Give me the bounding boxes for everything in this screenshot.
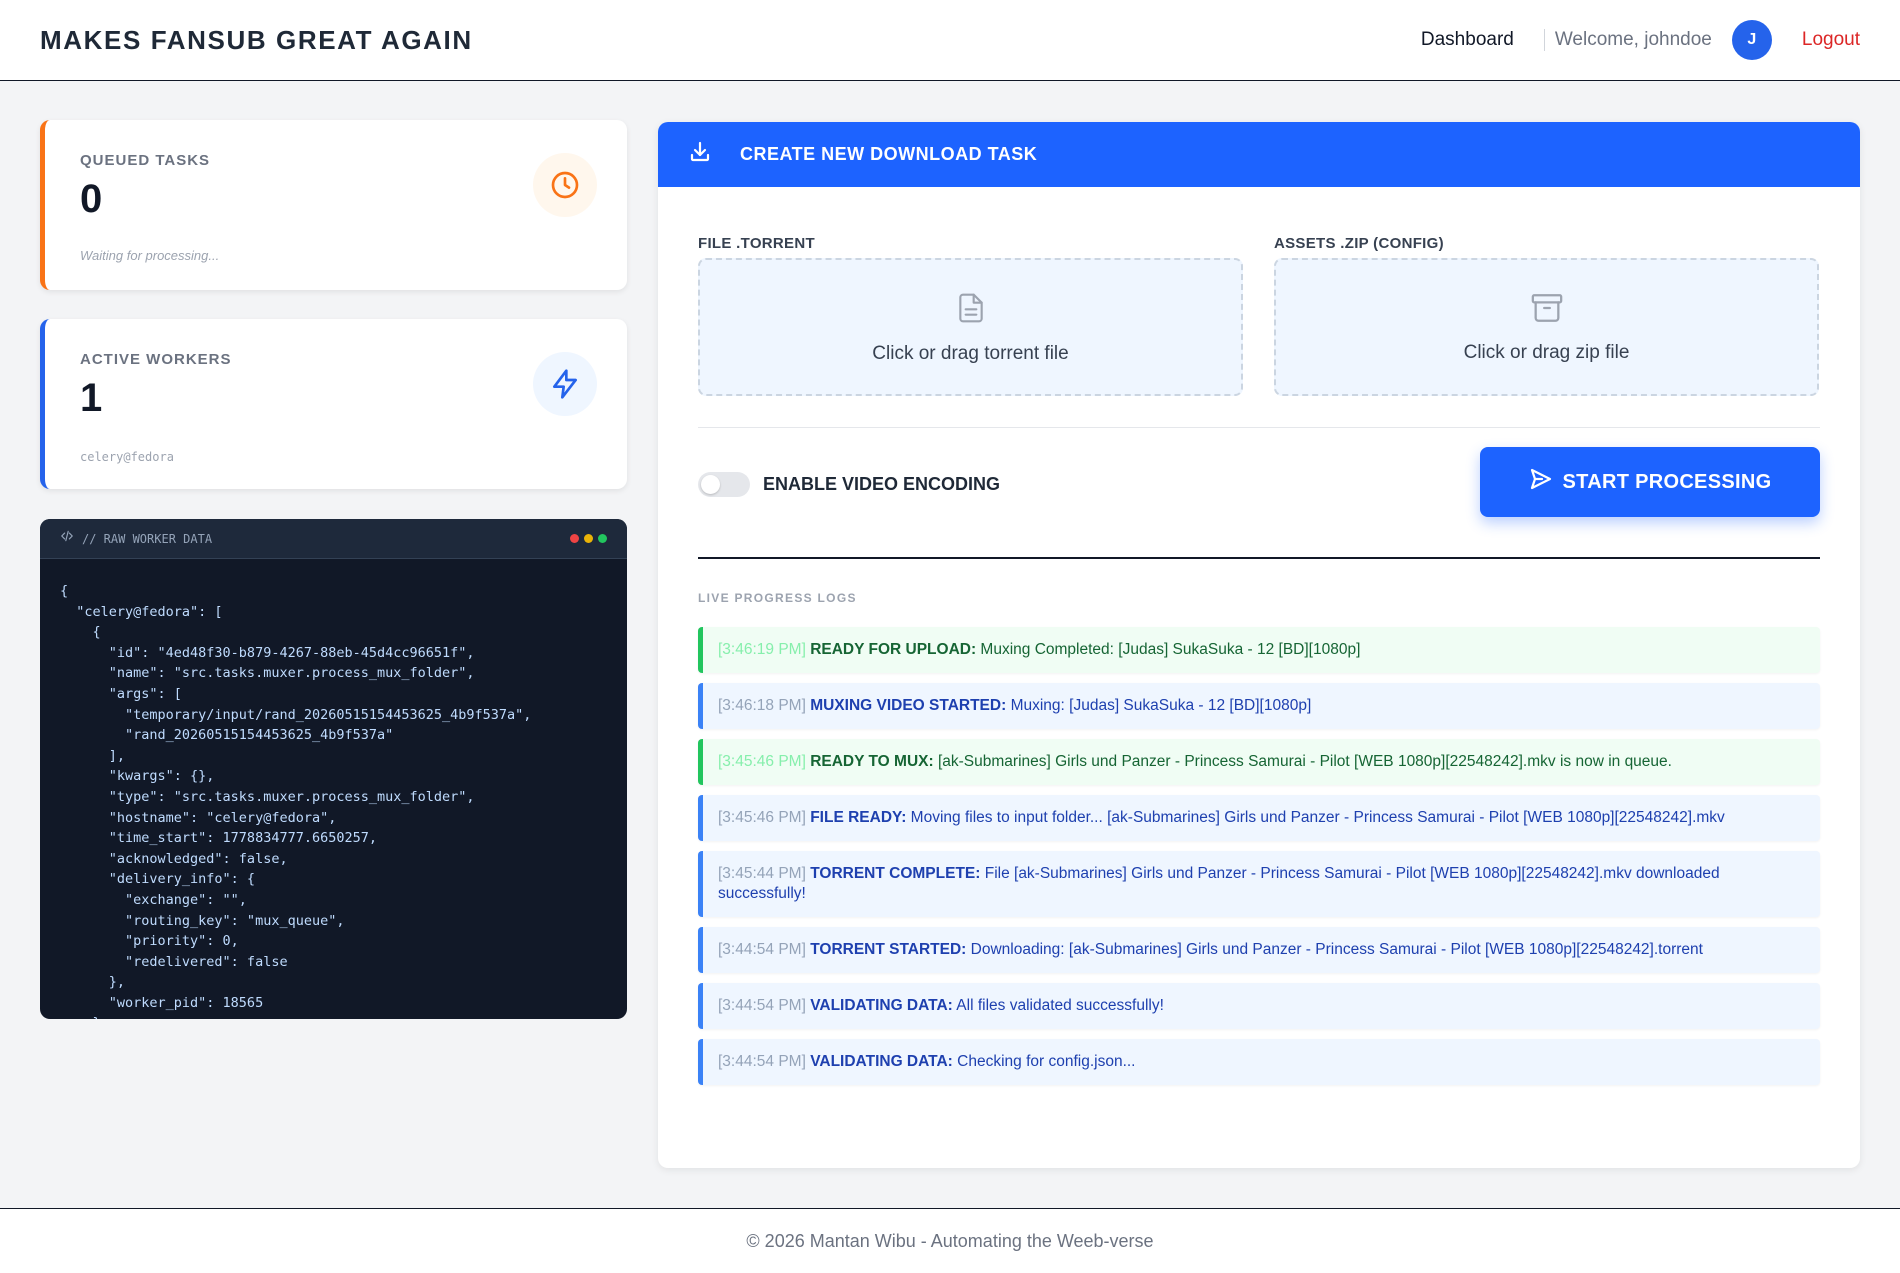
- torrent-upload-label: FILE .TORRENT: [698, 235, 815, 252]
- log-timestamp: [3:44:54 PM]: [718, 941, 806, 958]
- nav-dashboard-link[interactable]: Dashboard: [1421, 29, 1514, 51]
- terminal-header: // RAW WORKER DATA: [40, 519, 627, 559]
- torrent-dropzone[interactable]: Click or drag torrent file: [698, 258, 1243, 396]
- green-dot-icon: [598, 534, 607, 543]
- log-status: VALIDATING DATA:: [810, 1053, 953, 1070]
- log-timestamp: [3:45:46 PM]: [718, 753, 806, 770]
- log-message: Downloading: [ak-Submarines] Girls und P…: [966, 941, 1703, 958]
- log-status: TORRENT COMPLETE:: [810, 865, 981, 882]
- log-message: All files validated successfully!: [952, 997, 1164, 1014]
- log-entry: [3:46:19 PM] READY FOR UPLOAD: Muxing Co…: [698, 627, 1820, 673]
- footer: © 2026 Mantan Wibu - Automating the Weeb…: [0, 1208, 1900, 1273]
- log-status: FILE READY:: [810, 809, 907, 826]
- top-navbar: MAKES FANSUB GREAT AGAIN Dashboard Welco…: [0, 0, 1900, 81]
- log-entry: [3:46:18 PM] MUXING VIDEO STARTED: Muxin…: [698, 683, 1820, 729]
- avatar[interactable]: J: [1731, 20, 1772, 60]
- log-message: Muxing Completed: [Judas] SukaSuka - 12 …: [976, 641, 1361, 658]
- progress-logs-list: [3:46:19 PM] READY FOR UPLOAD: Muxing Co…: [698, 627, 1820, 1095]
- log-message: [ak-Submarines] Girls und Panzer - Princ…: [933, 753, 1672, 770]
- log-timestamp: [3:46:18 PM]: [718, 697, 806, 714]
- log-message: Muxing: [Judas] SukaSuka - 12 [BD][1080p…: [1006, 697, 1312, 714]
- nav-right: Dashboard Welcome, johndoe J Logout: [1421, 20, 1860, 60]
- window-dots: [570, 534, 607, 543]
- start-processing-button[interactable]: START PROCESSING: [1480, 447, 1820, 517]
- download-icon: [688, 140, 712, 169]
- torrent-dropzone-text: Click or drag torrent file: [872, 342, 1069, 364]
- zip-upload-label: ASSETS .ZIP (CONFIG): [1274, 235, 1444, 252]
- active-workers-subtext: celery@fedora: [80, 450, 174, 464]
- log-message: Checking for config.json...: [952, 1053, 1136, 1070]
- panel-title: CREATE NEW DOWNLOAD TASK: [740, 144, 1038, 164]
- log-timestamp: [3:46:19 PM]: [718, 641, 806, 658]
- lightning-icon: [533, 352, 597, 416]
- log-status: VALIDATING DATA:: [810, 997, 953, 1014]
- log-entry: [3:44:54 PM] TORRENT STARTED: Downloadin…: [698, 927, 1820, 973]
- log-timestamp: [3:44:54 PM]: [718, 997, 806, 1014]
- queued-tasks-subtext: Waiting for processing...: [80, 248, 220, 263]
- zip-dropzone[interactable]: Click or drag zip file: [1274, 258, 1819, 396]
- file-icon: [955, 290, 987, 331]
- section-divider: [698, 427, 1820, 428]
- logout-link[interactable]: Logout: [1802, 29, 1860, 51]
- log-timestamp: [3:44:54 PM]: [718, 1053, 806, 1070]
- log-entry: [3:45:44 PM] TORRENT COMPLETE: File [ak-…: [698, 851, 1820, 917]
- welcome-text: Welcome, johndoe: [1554, 29, 1712, 50]
- code-icon: [60, 529, 74, 548]
- footer-text: © 2026 Mantan Wibu - Automating the Weeb…: [746, 1230, 1154, 1251]
- log-entry: [3:45:46 PM] READY TO MUX: [ak-Submarine…: [698, 739, 1820, 785]
- log-timestamp: [3:45:46 PM]: [718, 809, 806, 826]
- raw-worker-data-panel: // RAW WORKER DATA { "celery@fedora": [ …: [40, 519, 627, 1019]
- terminal-title: // RAW WORKER DATA: [82, 531, 213, 546]
- queued-tasks-card: QUEUED TASKS 0 Waiting for processing...: [40, 120, 627, 290]
- log-entry: [3:45:46 PM] FILE READY: Moving files to…: [698, 795, 1820, 841]
- send-icon: [1529, 467, 1553, 497]
- nav-separator: [1543, 29, 1545, 51]
- worker-json-content[interactable]: { "celery@fedora": [ { "id": "4ed48f30-b…: [40, 559, 627, 1019]
- log-entry: [3:44:54 PM] VALIDATING DATA: All files …: [698, 983, 1820, 1029]
- log-status: TORRENT STARTED:: [810, 941, 967, 958]
- create-task-panel: CREATE NEW DOWNLOAD TASK FILE .TORRENT C…: [658, 122, 1860, 1168]
- active-workers-card: ACTIVE WORKERS 1 celery@fedora: [40, 319, 627, 489]
- video-encoding-label: ENABLE VIDEO ENCODING: [763, 474, 1001, 494]
- toggle-knob: [701, 475, 720, 494]
- zip-dropzone-text: Click or drag zip file: [1463, 341, 1630, 363]
- log-status: MUXING VIDEO STARTED:: [810, 697, 1007, 714]
- log-status: READY FOR UPLOAD:: [810, 641, 977, 658]
- logs-divider: [698, 557, 1820, 559]
- logs-section-label: LIVE PROGRESS LOGS: [698, 591, 857, 605]
- log-message: Moving files to input folder... [ak-Subm…: [906, 809, 1725, 826]
- yellow-dot-icon: [584, 534, 593, 543]
- panel-header: CREATE NEW DOWNLOAD TASK: [658, 122, 1860, 187]
- video-encoding-toggle[interactable]: [698, 472, 750, 497]
- clock-icon: [533, 153, 597, 217]
- log-status: READY TO MUX:: [810, 753, 934, 770]
- log-timestamp: [3:45:44 PM]: [718, 865, 806, 882]
- log-entry: [3:44:54 PM] VALIDATING DATA: Checking f…: [698, 1039, 1820, 1085]
- red-dot-icon: [570, 534, 579, 543]
- archive-icon: [1529, 291, 1565, 330]
- start-processing-label: START PROCESSING: [1562, 470, 1772, 493]
- brand-title[interactable]: MAKES FANSUB GREAT AGAIN: [40, 25, 473, 56]
